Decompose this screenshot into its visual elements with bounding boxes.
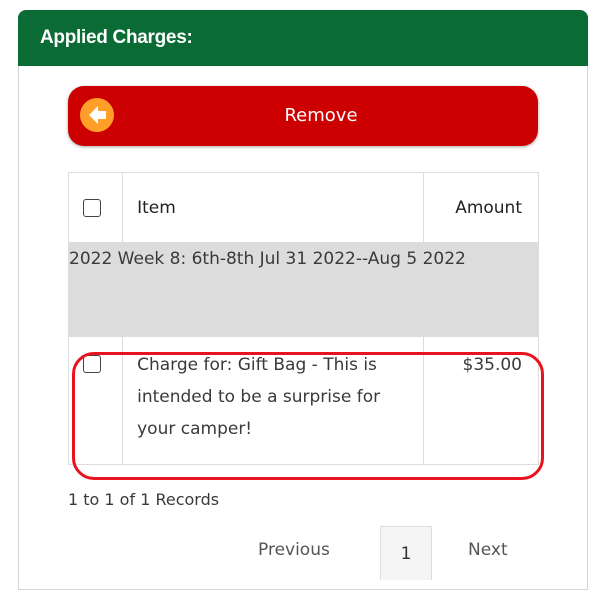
remove-button[interactable]: Remove (68, 86, 538, 146)
table-row: Charge for: Gift Bag - This is intended … (67, 336, 540, 465)
row-select-cell (67, 336, 124, 465)
select-all-cell (67, 172, 124, 243)
pagination: Previous 1 Next (0, 526, 596, 580)
group-row: 2022 Week 8: 6th-8th Jul 31 2022--Aug 5 … (68, 242, 539, 337)
column-header-amount[interactable]: Amount (422, 172, 540, 243)
panel-title: Applied Charges: (18, 10, 588, 66)
charges-table: Item Amount 2022 Week 8: 6th-8th Jul 31 … (67, 172, 540, 465)
next-page-link[interactable]: Next (468, 540, 508, 560)
group-label: 2022 Week 8: 6th-8th Jul 31 2022--Aug 5 … (68, 242, 539, 337)
select-all-checkbox[interactable] (83, 198, 101, 217)
row-amount: $35.00 (422, 336, 540, 465)
records-count: 1 to 1 of 1 Records (68, 490, 220, 509)
previous-page-link[interactable]: Previous (258, 540, 330, 560)
remove-button-label: Remove (284, 105, 358, 126)
column-header-item[interactable]: Item (122, 172, 424, 243)
table-header-row: Item Amount (67, 172, 540, 243)
current-page-button[interactable]: 1 (380, 526, 432, 580)
row-item: Charge for: Gift Bag - This is intended … (122, 336, 424, 465)
row-checkbox[interactable] (83, 355, 101, 373)
